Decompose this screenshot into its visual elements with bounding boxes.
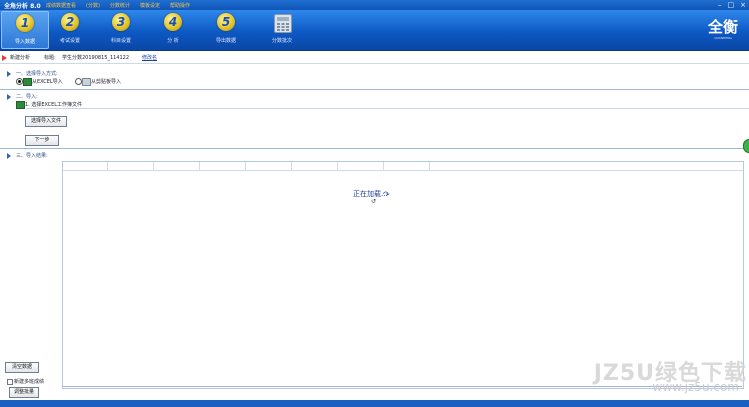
main-toolbar: 1 导入数据 2 考试设置 3 科目设置 4 分 析 5 导出数据 分数批次 全… [0, 10, 749, 51]
expand-triangle-icon [7, 71, 11, 77]
grid-column [245, 162, 292, 170]
step3-heading: 三、导入结果: [16, 153, 48, 159]
minimize-icon[interactable]: – [718, 1, 722, 9]
grid-column [107, 162, 154, 170]
grid-header [63, 162, 743, 171]
tool-subject-settings[interactable]: 3 科目设置 [98, 11, 144, 47]
window-controls: – □ × [718, 1, 746, 9]
maximize-icon[interactable]: □ [728, 1, 735, 9]
grid-column [383, 162, 430, 170]
calculator-icon [274, 14, 292, 33]
divider [0, 148, 749, 149]
close-icon[interactable]: × [740, 1, 746, 9]
next-button[interactable]: 下一步 [25, 135, 59, 146]
tool-exam-settings[interactable]: 2 考试设置 [47, 11, 93, 47]
radio-excel-label: 从EXCEL导入 [32, 79, 63, 85]
clear-data-button[interactable]: 清空数据 [5, 362, 39, 373]
tool-label: 分数批次 [271, 38, 292, 44]
choose-file-button[interactable]: 选择导入文件 [25, 116, 67, 127]
brand-logo: 全衡 QUANHENG [703, 14, 743, 44]
radio-clipboard-label: 从剪贴板导入 [91, 79, 122, 85]
tool-score-batch[interactable]: 分数批次 [259, 11, 305, 47]
tool-label: 科目设置 [110, 38, 131, 44]
step-5-icon: 5 [217, 13, 235, 31]
menu-item-3[interactable]: 分数统计 [110, 2, 130, 9]
menu-item-4[interactable]: 模板设定 [140, 2, 160, 9]
status-bar [0, 400, 749, 407]
step2-sub: 1. 选择EXCEL工作簿文件 [25, 102, 83, 108]
tool-label: 分 析 [167, 38, 179, 44]
grid-column [337, 162, 384, 170]
step1-heading: 一、选择导入方式: [16, 71, 58, 77]
adjust-batch-button[interactable]: 调整批量 [9, 387, 39, 398]
side-toggle-button[interactable] [743, 139, 749, 153]
grid-column [153, 162, 200, 170]
excel-icon [16, 101, 25, 109]
arrow-icon [2, 55, 7, 61]
grid-column [291, 162, 338, 170]
tool-label: 导入数据 [14, 39, 35, 45]
menu-item-2[interactable]: (分数) [86, 2, 100, 9]
new-analysis-label: 新建分析 [10, 55, 31, 61]
multi-class-checkbox[interactable] [7, 379, 13, 385]
menu-item-1[interactable]: 成绩数据查看 [46, 2, 76, 9]
tool-analysis[interactable]: 4 分 析 [150, 11, 196, 47]
radio-excel[interactable] [16, 78, 23, 85]
divider [26, 108, 749, 109]
logo-sub: QUANHENG [714, 36, 732, 40]
excel-icon [23, 78, 32, 86]
tool-export-data[interactable]: 5 导出数据 [203, 11, 249, 47]
tool-label: 导出数据 [215, 38, 236, 44]
spinner-icon: ↺ [371, 198, 377, 205]
menu-bar: 成绩数据查看 (分数) 分数统计 模板设定 帮助操作 [46, 2, 190, 9]
menu-item-5[interactable]: 帮助操作 [170, 2, 190, 9]
app-title: 全角分析 8.0 [4, 3, 41, 10]
multi-class-label: 新建多班成绩 [14, 379, 45, 385]
expand-triangle-icon [7, 153, 11, 159]
step-3-icon: 3 [112, 13, 130, 31]
title-bar: 全角分析 8.0 成绩数据查看 (分数) 分数统计 模板设定 帮助操作 – □ … [0, 0, 749, 10]
expand-triangle-icon [7, 94, 11, 100]
grid-column [199, 162, 246, 170]
step-2-icon: 2 [61, 13, 79, 31]
logo-mark: 全衡 [707, 18, 738, 36]
radio-clipboard[interactable] [75, 78, 82, 85]
divider [0, 89, 749, 90]
title-value: 学生分数20190815_114122 [62, 55, 130, 61]
loading-arrow-icon: ↷ [383, 190, 390, 199]
analysis-info-bar: 新建分析 标题: 学生分数20190815_114122 修改名 [0, 53, 749, 64]
title-label: 标题: [44, 55, 56, 61]
grid-column [63, 162, 108, 170]
tool-label: 考试设置 [59, 38, 80, 44]
rename-link[interactable]: 修改名 [142, 54, 157, 61]
step-4-icon: 4 [164, 13, 182, 31]
step-1-icon: 1 [16, 14, 34, 32]
step2-heading: 二、导入: [16, 94, 38, 100]
clipboard-icon [82, 78, 91, 86]
tool-import-data[interactable]: 1 导入数据 [1, 11, 49, 49]
watermark-url: www.jz5u.com [652, 380, 739, 394]
